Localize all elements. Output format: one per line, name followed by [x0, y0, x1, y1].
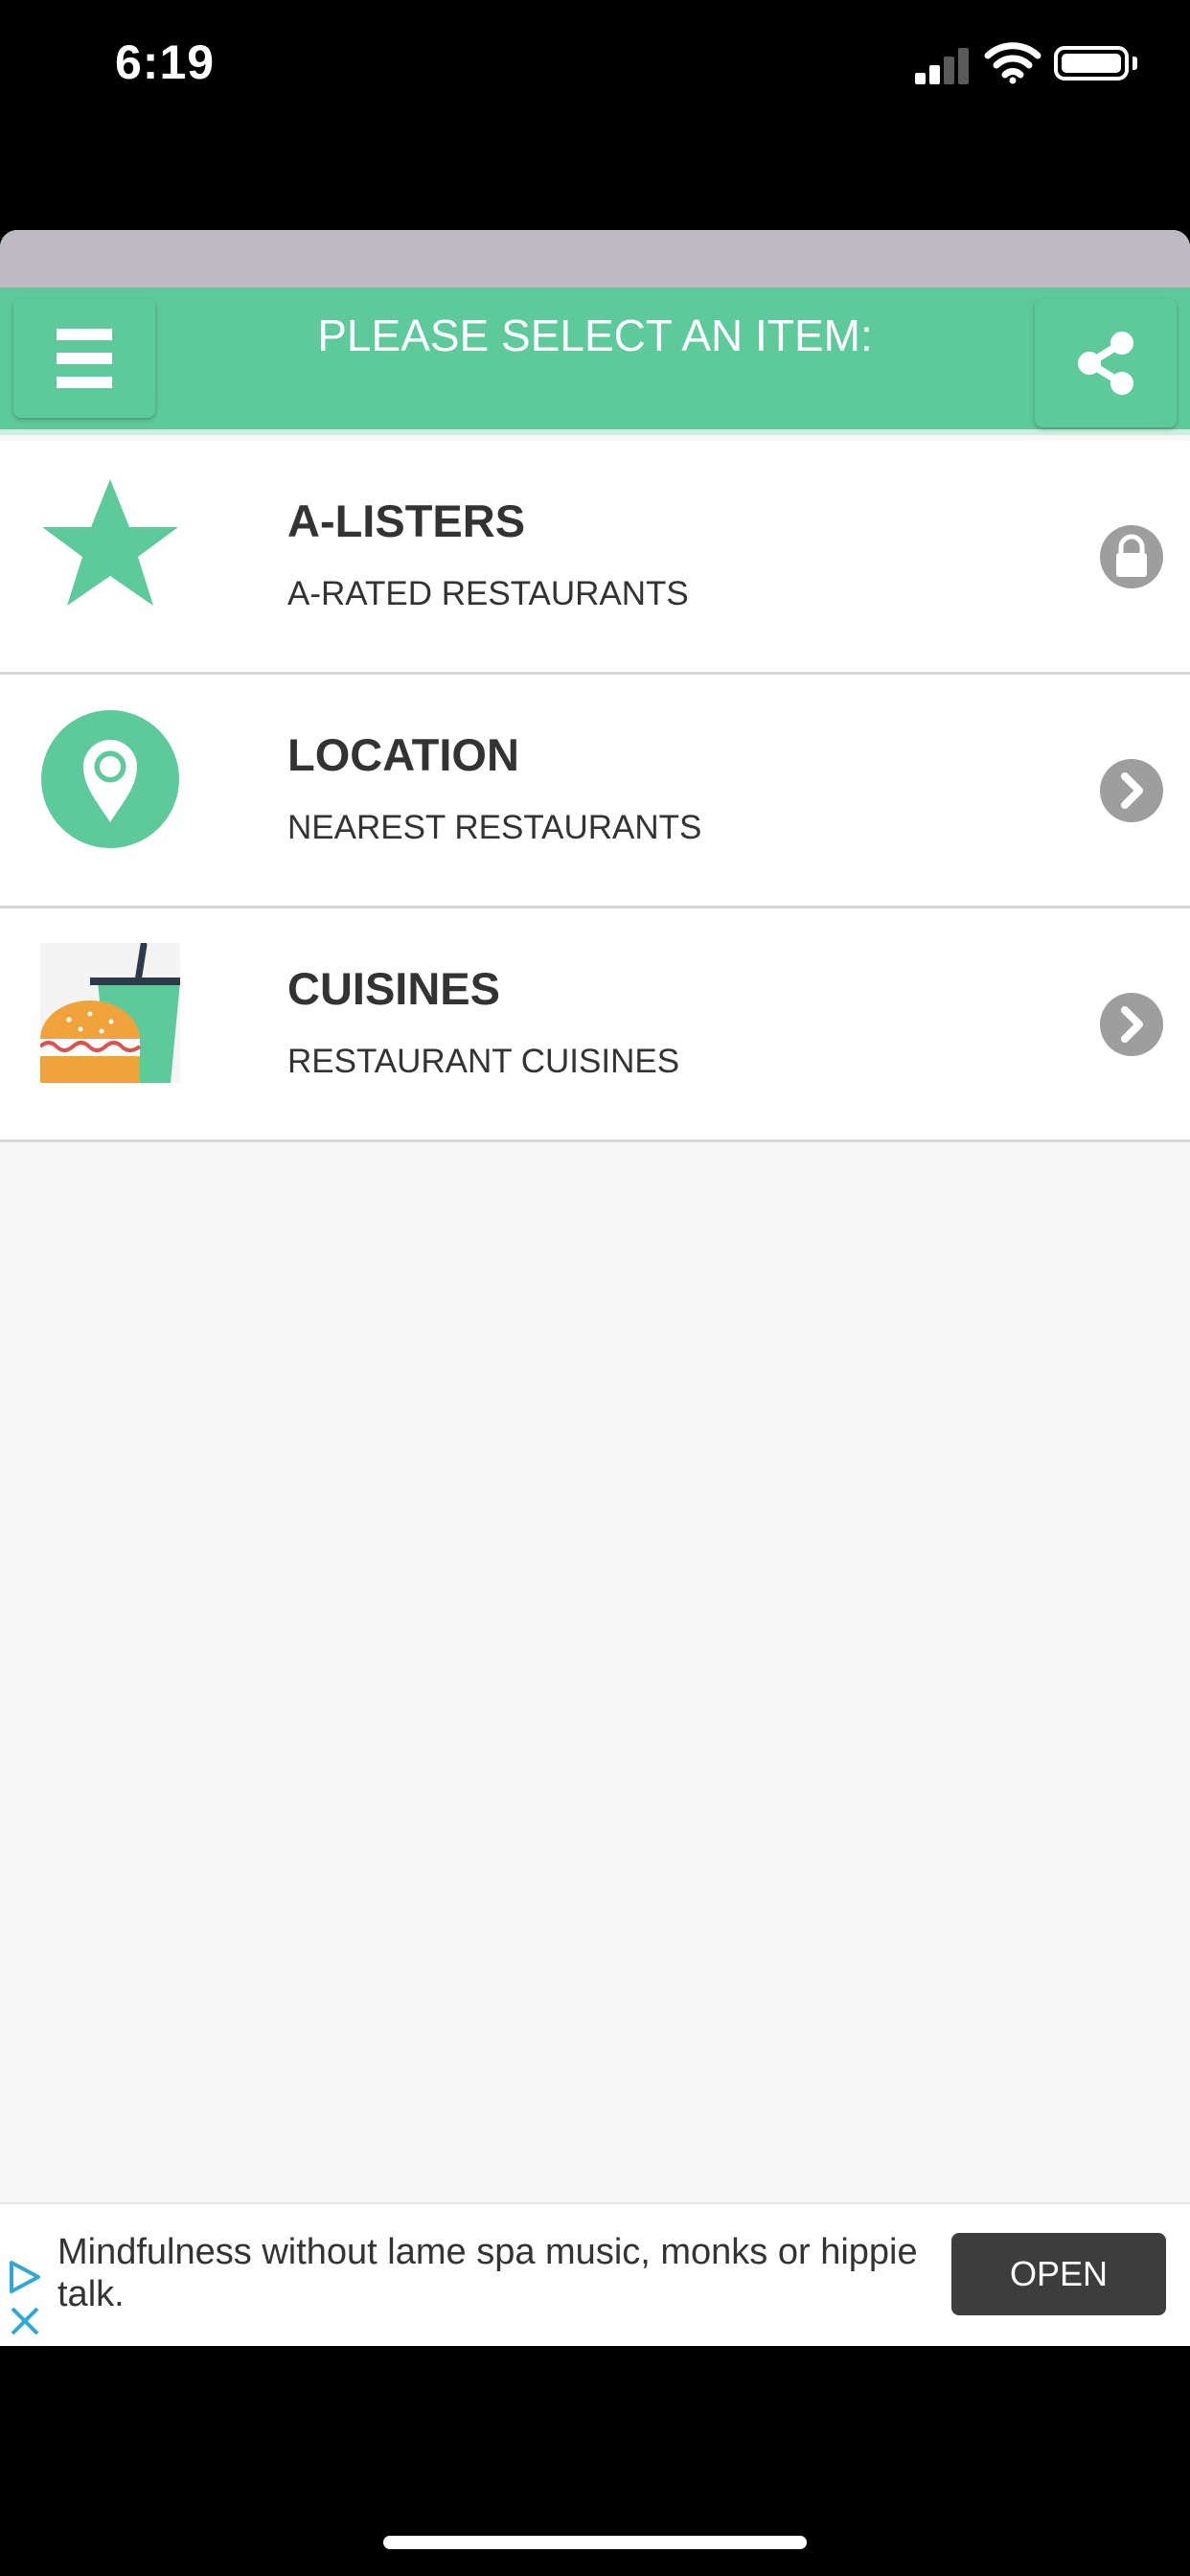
- lock-icon[interactable]: [1098, 523, 1165, 590]
- page-title: PLEASE SELECT AN ITEM:: [317, 310, 873, 360]
- status-time: 6:19: [115, 35, 216, 89]
- cellular-signal-icon: [915, 46, 971, 84]
- chevron-right-icon[interactable]: [1098, 757, 1165, 824]
- hamburger-menu-icon-bar-2: [57, 353, 112, 364]
- item-subtitle: NEAREST RESTAURANTS: [287, 809, 702, 846]
- menu-button[interactable]: [13, 299, 155, 418]
- header-strip: [0, 230, 1190, 288]
- list-item-cuisines[interactable]: CUISINES RESTAURANT CUISINES: [0, 908, 1190, 1142]
- ad-banner[interactable]: Mindfulness without lame spa music, monk…: [0, 2202, 1190, 2346]
- share-button[interactable]: [1035, 299, 1177, 427]
- battery-nub: [1133, 57, 1137, 70]
- share-icon: [1078, 332, 1133, 395]
- item-title: LOCATION: [287, 729, 519, 780]
- menu-list: A-LISTERS A-RATED RESTAURANTS LOCATION N…: [0, 441, 1190, 1142]
- map-pin-icon: [41, 710, 179, 848]
- list-item-location[interactable]: LOCATION NEAREST RESTAURANTS: [0, 675, 1190, 908]
- home-indicator[interactable]: [383, 2536, 807, 2549]
- ad-choices-icon[interactable]: [8, 2260, 42, 2294]
- burger-drink-icon: [40, 943, 180, 1083]
- list-item-a-listers[interactable]: A-LISTERS A-RATED RESTAURANTS: [0, 441, 1190, 675]
- app-content: PLEASE SELECT AN ITEM: A-LISTERS A-RATED…: [0, 230, 1190, 2346]
- battery-icon: [1054, 46, 1129, 80]
- item-subtitle: A-RATED RESTAURANTS: [287, 575, 689, 612]
- hamburger-menu-icon-bar-3: [57, 377, 112, 388]
- ad-open-button[interactable]: OPEN: [951, 2233, 1166, 2315]
- item-title: CUISINES: [287, 963, 500, 1014]
- item-title: A-LISTERS: [287, 495, 526, 546]
- wifi-icon: [984, 42, 1041, 84]
- app-header: PLEASE SELECT AN ITEM:: [0, 288, 1190, 435]
- item-subtitle: RESTAURANT CUISINES: [287, 1043, 680, 1080]
- chevron-right-icon[interactable]: [1098, 991, 1165, 1058]
- ad-text: Mindfulness without lame spa music, monk…: [57, 2232, 918, 2314]
- hamburger-menu-icon-bar-1: [57, 329, 112, 340]
- star-icon: [42, 479, 178, 606]
- status-bar: 6:19: [0, 0, 1190, 134]
- close-icon[interactable]: [8, 2304, 42, 2338]
